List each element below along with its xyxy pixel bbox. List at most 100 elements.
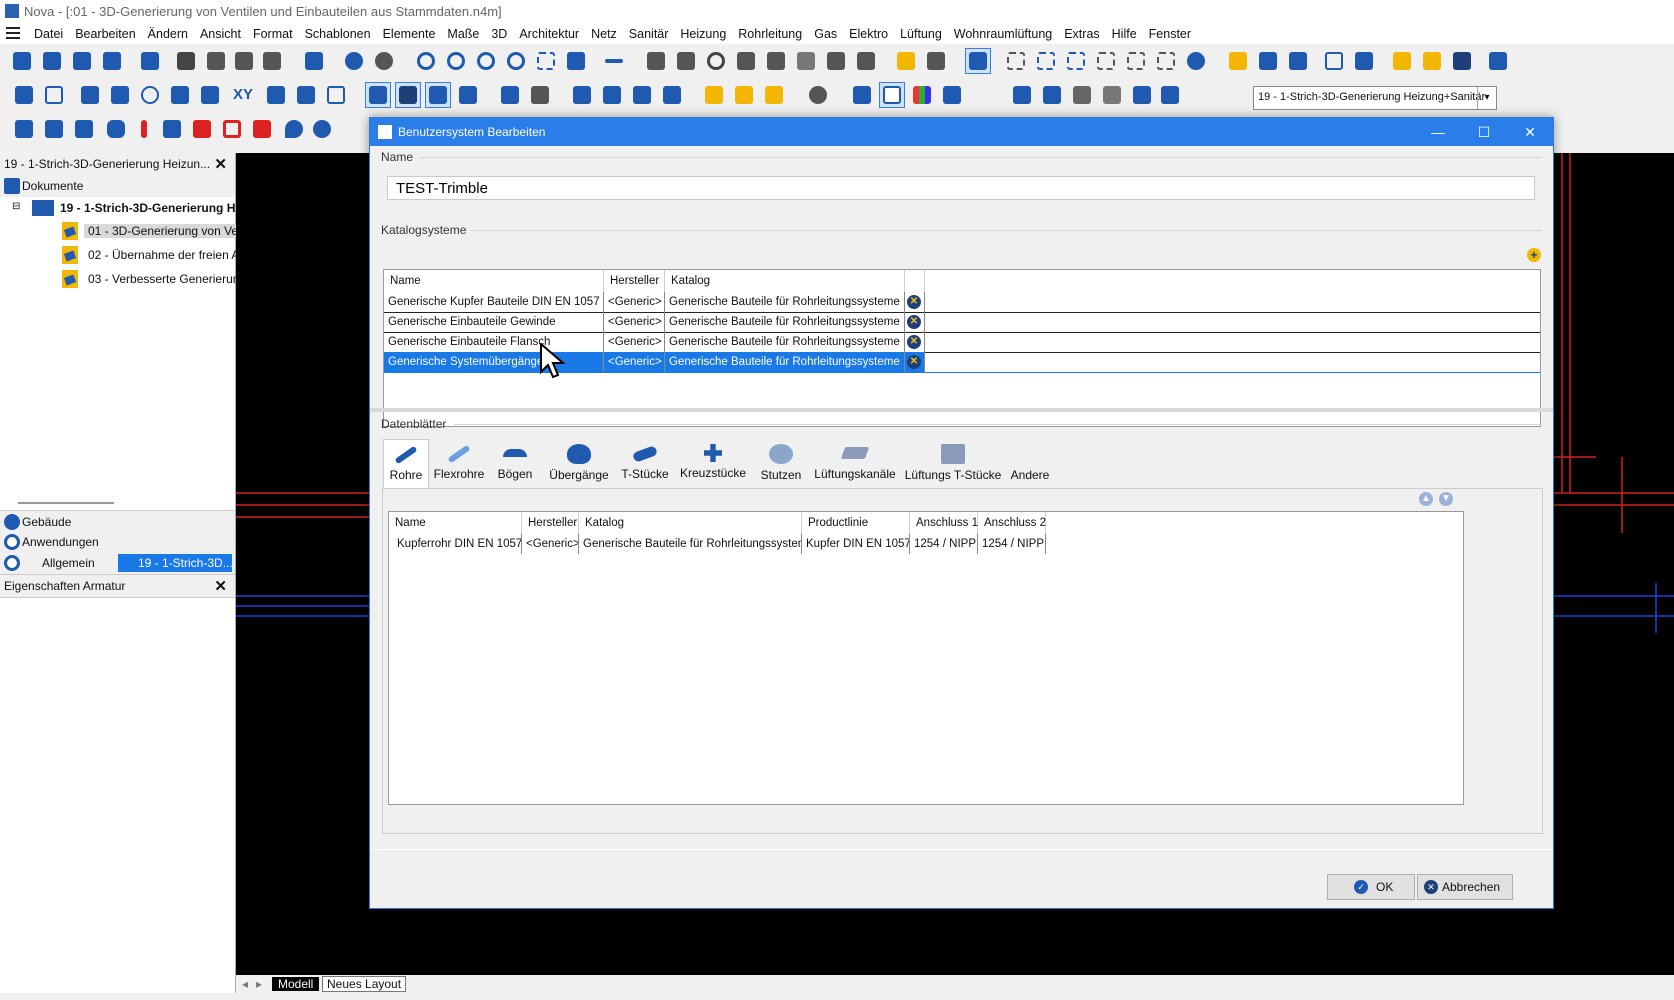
menu-wohnraumlueftung[interactable]: Wohnraumlüftung bbox=[948, 26, 1058, 42]
tab-flexrohre[interactable]: Flexrohre bbox=[429, 439, 489, 487]
extend-icon[interactable] bbox=[854, 49, 878, 73]
close-icon[interactable]: ✕ bbox=[214, 577, 227, 595]
tab-kreuzstuecke[interactable]: Kreuzstücke bbox=[675, 439, 751, 487]
menu-lueftung[interactable]: Lüftung bbox=[894, 26, 948, 42]
floor-heating-icon[interactable] bbox=[250, 117, 274, 141]
snowflake-icon[interactable] bbox=[310, 117, 334, 141]
tab-gebaeude[interactable]: Gebäude bbox=[0, 510, 235, 533]
undo-icon[interactable] bbox=[342, 49, 366, 73]
col-hersteller[interactable]: Hersteller bbox=[522, 512, 579, 534]
hexagon-icon[interactable] bbox=[324, 83, 348, 107]
new-file-icon[interactable] bbox=[10, 49, 34, 73]
delete-icon[interactable]: ✕ bbox=[907, 315, 921, 329]
tab-stutzen[interactable]: Stutzen bbox=[753, 439, 809, 487]
zoom-out-icon[interactable] bbox=[444, 49, 468, 73]
menu-gas[interactable]: Gas bbox=[808, 26, 843, 42]
deselect-icon[interactable] bbox=[1154, 49, 1178, 73]
menu-3d[interactable]: 3D bbox=[485, 26, 513, 42]
note-icon[interactable] bbox=[702, 83, 726, 107]
grid-alt-icon[interactable] bbox=[528, 83, 552, 107]
cube-icon[interactable] bbox=[1486, 49, 1510, 73]
view-3d-icon[interactable] bbox=[425, 82, 451, 108]
window-layout-icon[interactable] bbox=[850, 83, 874, 107]
select-icon[interactable] bbox=[965, 48, 991, 74]
grid-icon[interactable] bbox=[498, 83, 522, 107]
radiator-icon[interactable] bbox=[190, 117, 214, 141]
close-icon[interactable]: ✕ bbox=[214, 155, 227, 173]
paste-icon[interactable] bbox=[260, 49, 284, 73]
table-row[interactable]: Generische Einbauteile Gewinde <Generic>… bbox=[384, 312, 1540, 333]
menu-hilfe[interactable]: Hilfe bbox=[1106, 26, 1143, 42]
system-name-input[interactable] bbox=[387, 176, 1535, 200]
cancel-button[interactable]: ✕ Abbrechen bbox=[1417, 874, 1513, 900]
folder-down-icon[interactable] bbox=[1130, 83, 1154, 107]
menu-aendern[interactable]: Ändern bbox=[142, 26, 194, 42]
allgemein-value[interactable]: 19 - 1-Strich-3D... bbox=[118, 554, 233, 572]
collapse-icon[interactable]: ⊟ bbox=[12, 201, 20, 212]
tab-modell[interactable]: Modell bbox=[272, 977, 320, 991]
globe-icon[interactable] bbox=[806, 83, 830, 107]
boiler-icon[interactable] bbox=[42, 117, 66, 141]
tab-lueftungskanaele[interactable]: Lüftungskanäle bbox=[811, 439, 899, 487]
copy-icon[interactable] bbox=[204, 49, 228, 73]
col-productlinie[interactable]: Productlinie bbox=[802, 512, 910, 534]
radiator-panel-icon[interactable] bbox=[220, 117, 244, 141]
horizontal-scrollbar[interactable] bbox=[18, 502, 114, 504]
window-icon[interactable] bbox=[1322, 49, 1346, 73]
window-blue-icon[interactable] bbox=[940, 83, 964, 107]
folder-up-icon[interactable] bbox=[1040, 83, 1064, 107]
ok-button[interactable]: ✓ OK bbox=[1327, 874, 1415, 900]
delete-icon[interactable]: ✕ bbox=[907, 335, 921, 349]
menu-heizung[interactable]: Heizung bbox=[674, 26, 732, 42]
tree-doc-1[interactable]: 01 - 3D-Generierung von Ve bbox=[0, 220, 243, 242]
menu-netz[interactable]: Netz bbox=[585, 26, 623, 42]
tab-t-stuecke[interactable]: T-Stücke bbox=[617, 439, 673, 487]
tab-rohre[interactable]: Rohre bbox=[383, 439, 429, 488]
select-object-icon[interactable] bbox=[1064, 49, 1088, 73]
menu-extras[interactable]: Extras bbox=[1058, 26, 1105, 42]
view-plan-icon[interactable] bbox=[395, 82, 421, 108]
select-circle-icon[interactable] bbox=[1094, 49, 1118, 73]
save-icon[interactable] bbox=[70, 49, 94, 73]
move-copy-icon[interactable] bbox=[674, 49, 698, 73]
view-toggle-icon[interactable] bbox=[365, 82, 391, 108]
pointer-icon[interactable] bbox=[564, 49, 588, 73]
col-anschluss1[interactable]: Anschluss 1 bbox=[910, 512, 978, 534]
menu-datei[interactable]: Datei bbox=[28, 26, 69, 42]
snap-angle-icon[interactable] bbox=[264, 83, 288, 107]
scale-icon[interactable] bbox=[764, 49, 788, 73]
tab-anwendungen[interactable]: Anwendungen bbox=[0, 531, 235, 553]
col-katalog[interactable]: Katalog bbox=[579, 512, 802, 534]
window-single-icon[interactable] bbox=[879, 82, 905, 108]
layers-icon[interactable] bbox=[1286, 49, 1310, 73]
floor-stack-icon[interactable] bbox=[1420, 49, 1444, 73]
tab-andere[interactable]: Andere bbox=[1005, 439, 1055, 487]
mirror-icon[interactable] bbox=[734, 49, 758, 73]
menu-ansicht[interactable]: Ansicht bbox=[194, 26, 247, 42]
note-edit-icon[interactable] bbox=[732, 83, 756, 107]
text-format-icon[interactable] bbox=[660, 83, 684, 107]
snap-perpendicular-icon[interactable] bbox=[198, 83, 222, 107]
menu-elektro[interactable]: Elektro bbox=[843, 26, 894, 42]
select-all-icon[interactable] bbox=[1004, 49, 1028, 73]
select-window-icon[interactable] bbox=[1034, 49, 1058, 73]
tree-doc-3[interactable]: 03 - Verbesserte Generierung bbox=[0, 268, 246, 290]
bookmark-blue-icon[interactable] bbox=[1256, 49, 1280, 73]
table-row[interactable]: Kupferrohr DIN EN 1057 <Generic> Generis… bbox=[389, 534, 1047, 554]
floor-icon[interactable] bbox=[1390, 49, 1414, 73]
brush-icon[interactable] bbox=[894, 49, 918, 73]
delete-icon[interactable]: ✕ bbox=[907, 355, 921, 369]
delete-icon[interactable]: ✕ bbox=[907, 295, 921, 309]
zoom-window-icon[interactable] bbox=[504, 49, 528, 73]
snap-line-icon[interactable] bbox=[78, 83, 102, 107]
splitter[interactable] bbox=[370, 408, 1553, 412]
project-combo[interactable]: 19 - 1-Strich-3D-Generierung Heizung+San… bbox=[1253, 86, 1497, 110]
folder-add-icon[interactable] bbox=[1010, 83, 1034, 107]
cut-icon[interactable] bbox=[174, 49, 198, 73]
tree-root[interactable]: Dokumente bbox=[0, 175, 235, 197]
open-file-icon[interactable] bbox=[40, 49, 64, 73]
rotate-icon[interactable] bbox=[704, 49, 728, 73]
select-filter-icon[interactable] bbox=[1124, 49, 1148, 73]
menu-fenster[interactable]: Fenster bbox=[1143, 26, 1197, 42]
close-icon[interactable]: ✕ bbox=[1507, 118, 1553, 146]
